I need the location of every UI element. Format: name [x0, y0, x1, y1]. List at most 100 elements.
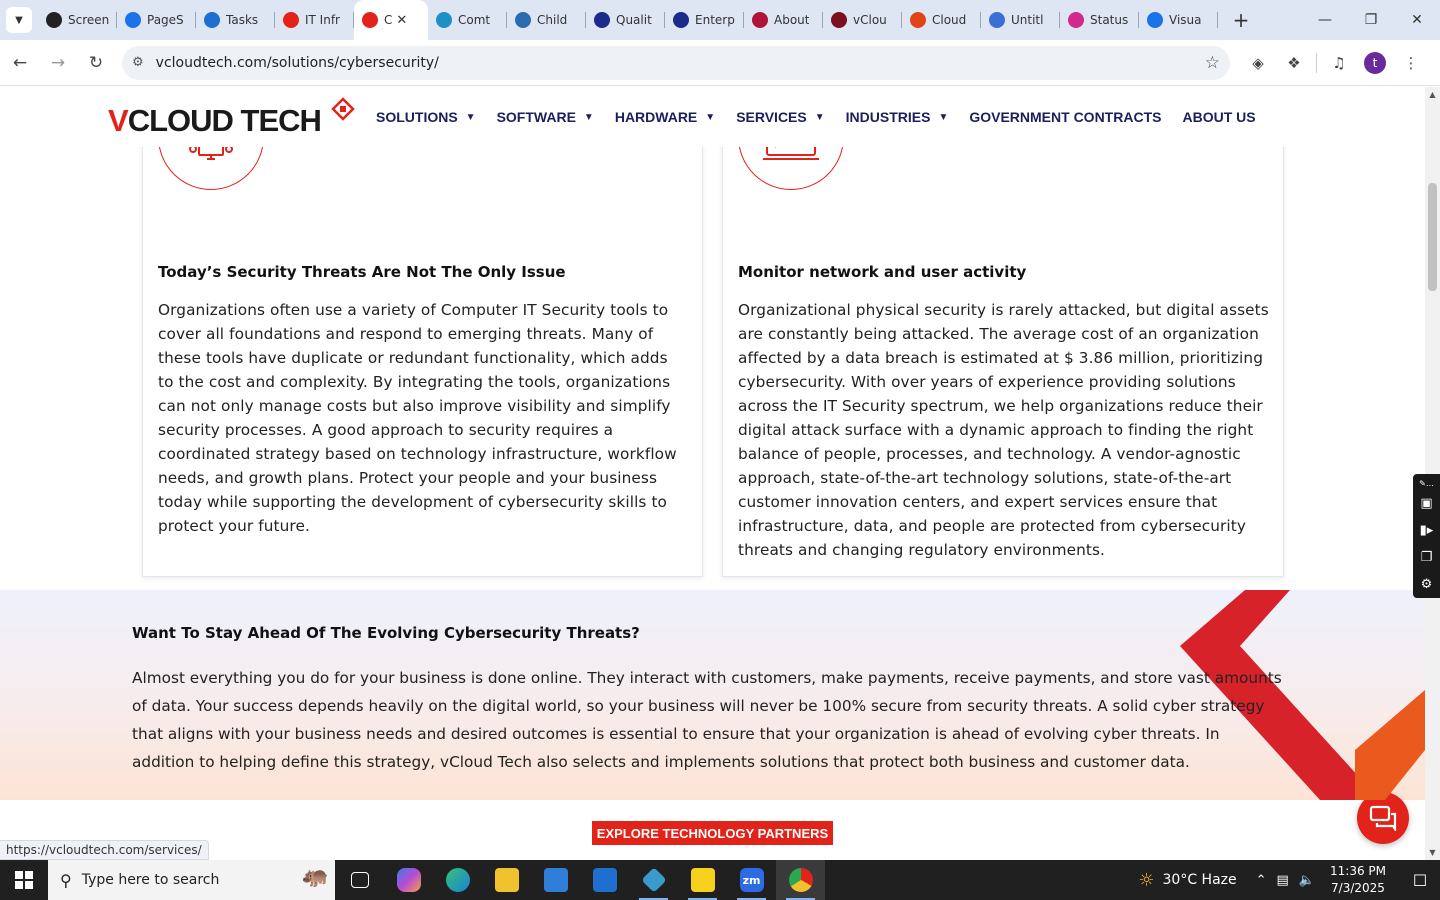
- page-viewport: VCLOUD TECH SOLUTIONS ▼ SOFTWARE ▼ HARDWARE ▼…: [0, 87, 1425, 860]
- chrome-icon[interactable]: [776, 860, 825, 900]
- tasks-icon: [204, 12, 220, 28]
- maximize-button[interactable]: ❐: [1348, 0, 1394, 40]
- search-highlight-icon: 🦛: [301, 864, 329, 889]
- taskbar-search[interactable]: ⚲ Type here to search 🦛: [48, 860, 335, 900]
- tab-title: Cloud: [932, 13, 967, 27]
- cybersecurity-cta-section: Want To Stay Ahead Of The Evolving Cyber…: [0, 590, 1425, 800]
- system-tray: ☼ 30°C Haze ⌃ ▤ 🔈 11:36 PM 7/3/2025 ☐: [1138, 860, 1440, 900]
- nav-item-services[interactable]: SERVICES ▼: [736, 109, 824, 125]
- chevron-up-icon[interactable]: ⌃: [1256, 873, 1267, 888]
- notification-icon[interactable]: ☐: [1400, 860, 1440, 900]
- volume-icon[interactable]: 🔈: [1299, 873, 1315, 888]
- nav-item-industries[interactable]: INDUSTRIES ▼: [846, 109, 949, 125]
- minimize-button[interactable]: —: [1302, 0, 1348, 40]
- browser-tab[interactable]: Status: [1060, 0, 1139, 40]
- browser-tab[interactable]: Tasks: [196, 0, 275, 40]
- forward-button[interactable]: →: [40, 45, 76, 81]
- browser-tab[interactable]: Cloud: [902, 0, 981, 40]
- profile-button[interactable]: t: [1357, 45, 1393, 81]
- browser-tab[interactable]: IT Infr: [275, 0, 354, 40]
- close-window-button[interactable]: ✕: [1394, 0, 1440, 40]
- text-line: to the cost and complexity. By integrati…: [158, 373, 671, 391]
- tab-title: Comt: [458, 13, 491, 27]
- browser-tab[interactable]: Enterp: [665, 0, 744, 40]
- browser-tab[interactable]: Child: [507, 0, 586, 40]
- avatar: t: [1364, 51, 1386, 74]
- text-line: across the IT Security spectrum, we help…: [738, 397, 1263, 415]
- text-line: Organizational physical security is rare…: [738, 301, 1269, 319]
- scales-icon: [515, 12, 531, 28]
- network-icon[interactable]: ▤: [1277, 873, 1289, 888]
- nav-label: INDUSTRIES: [845, 109, 931, 125]
- text-line: digital attack surface with a dynamic ap…: [738, 421, 1254, 439]
- browser-tab[interactable]: PageS: [117, 0, 196, 40]
- address-bar[interactable]: ⚙ vcloudtech.com/solutions/cybersecurity…: [122, 45, 1230, 80]
- back-button[interactable]: ←: [2, 45, 38, 81]
- browser-tab[interactable]: About: [744, 0, 823, 40]
- site-logo[interactable]: VCLOUD TECH: [108, 97, 358, 141]
- browser-menu-icon[interactable]: ⋮: [1393, 45, 1429, 81]
- video-icon[interactable]: ▮▸: [1420, 517, 1434, 544]
- window-controls: — ❐ ✕: [1302, 0, 1440, 40]
- bookmark-star-icon[interactable]: ☆: [1205, 53, 1220, 73]
- url-text[interactable]: vcloudtech.com/solutions/cybersecurity/: [156, 55, 1205, 71]
- scroll-up-arrow[interactable]: ▲: [1425, 87, 1440, 102]
- weather-widget[interactable]: ☼ 30°C Haze: [1138, 870, 1236, 891]
- start-button[interactable]: [0, 860, 48, 900]
- site-info-icon[interactable]: ⚙: [132, 55, 144, 70]
- nav-item-about-us[interactable]: ABOUT US: [1182, 109, 1255, 125]
- text-line: Organizations often use a variety of Com…: [158, 301, 669, 319]
- text-line: Almost everything you do for your busine…: [132, 669, 1282, 687]
- tab-list: Screen PageS Tasks IT Infr C ✕ Comt Child Qualit…: [38, 0, 1218, 40]
- text-line: cybersecurity. With over years of experi…: [738, 373, 1236, 391]
- caret-down-icon: ▼: [814, 111, 825, 123]
- tab-title: Status: [1090, 13, 1129, 27]
- scroll-down-arrow[interactable]: ▼: [1425, 845, 1440, 860]
- nav-item-government-contracts[interactable]: GOVERNMENT CONTRACTS: [969, 109, 1161, 125]
- pen-icon[interactable]: ✎…: [1419, 476, 1434, 490]
- nav-item-software[interactable]: SOFTWARE ▼: [497, 109, 594, 125]
- tab-search-button[interactable]: ▼: [6, 7, 32, 33]
- nav-item-hardware[interactable]: HARDWARE ▼: [615, 109, 715, 125]
- about-icon: [752, 12, 768, 28]
- nav-item-solutions[interactable]: SOLUTIONS ▼: [376, 109, 476, 125]
- translate-icon[interactable]: ◈: [1240, 45, 1276, 81]
- caret-down-icon: ▼: [938, 111, 949, 123]
- search-placeholder: Type here to search: [81, 872, 220, 888]
- browser-tab[interactable]: Visua: [1139, 0, 1218, 40]
- scroll-thumb[interactable]: [1428, 183, 1437, 291]
- taskbar-clock[interactable]: 11:36 PM 7/3/2025: [1330, 863, 1386, 897]
- window-capture-icon[interactable]: ❐: [1421, 544, 1433, 571]
- browser-tab[interactable]: C ✕: [354, 0, 428, 40]
- text-line: security processes. A good approach to s…: [158, 421, 614, 439]
- toolbar-divider: [1316, 52, 1317, 73]
- extensions-icon[interactable]: ❖: [1276, 45, 1312, 81]
- explore-partners-button[interactable]: EXPLORE TECHNOLOGY PARTNERS: [592, 821, 833, 845]
- reload-button[interactable]: ↻: [78, 45, 114, 81]
- logo-tag-icon: [331, 97, 355, 121]
- camera-icon[interactable]: ▣: [1420, 490, 1432, 517]
- browser-tab[interactable]: Comt: [428, 0, 507, 40]
- browser-tab[interactable]: Qualit: [586, 0, 665, 40]
- nav-label: GOVERNMENT CONTRACTS: [969, 109, 1162, 125]
- browser-tab[interactable]: vClou: [823, 0, 902, 40]
- mail-icon[interactable]: [580, 860, 629, 900]
- browser-tab[interactable]: Screen: [38, 0, 117, 40]
- text-line: are constantly being attacked. The avera…: [738, 325, 1259, 343]
- browser-tab[interactable]: Untitl: [981, 0, 1060, 40]
- file-explorer-icon[interactable]: [482, 860, 531, 900]
- new-tab-button[interactable]: +: [1226, 5, 1256, 35]
- microsoft-store-icon[interactable]: [531, 860, 580, 900]
- text-line: these tools have duplicate or redundant …: [158, 349, 668, 367]
- zoom-icon[interactable]: zm: [727, 860, 776, 900]
- app-diamond-icon[interactable]: [629, 860, 678, 900]
- edge-icon[interactable]: [433, 860, 482, 900]
- sticky-notes-icon[interactable]: [678, 860, 727, 900]
- media-controls-icon[interactable]: ♫: [1321, 45, 1357, 81]
- text-line: approach, state-of-the-art technology so…: [738, 469, 1232, 487]
- close-tab-icon[interactable]: ✕: [396, 13, 407, 28]
- tab-title: vClou: [853, 13, 887, 27]
- task-view-icon[interactable]: [335, 860, 384, 900]
- tab-search-area: ▼: [0, 0, 38, 40]
- copilot-icon[interactable]: [384, 860, 433, 900]
